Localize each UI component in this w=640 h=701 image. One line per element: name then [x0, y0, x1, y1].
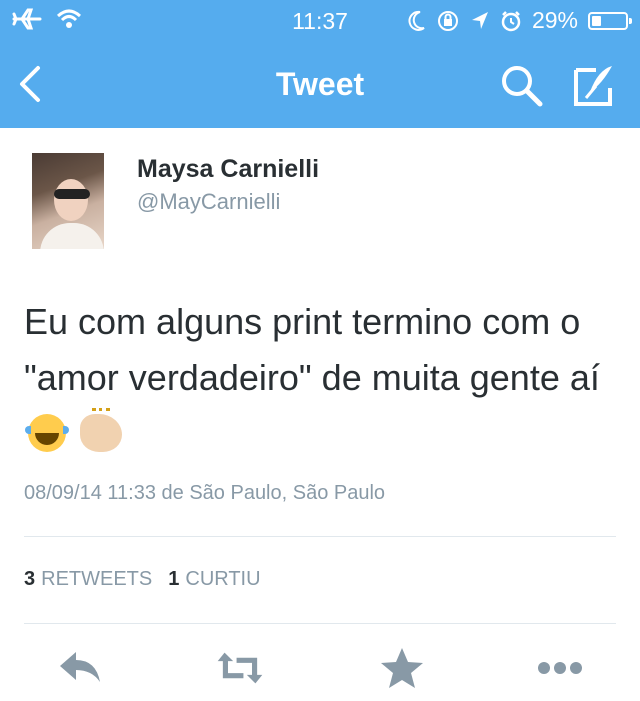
user-name[interactable]: Maysa Carnielli [137, 155, 319, 184]
page-title: Tweet [275, 66, 365, 102]
reply-icon[interactable] [56, 646, 104, 690]
tweet-timestamp: 08/09/14 11:33 de São Paulo, São Paulo [24, 482, 386, 504]
alarm-icon [501, 10, 521, 31]
tweet-actions [0, 646, 640, 696]
location-icon [471, 11, 488, 29]
retweets-label: RETWEETS [41, 568, 153, 590]
retweets-stat[interactable]: 3 RETWEETS [24, 568, 152, 591]
compose-tweet-icon[interactable] [572, 62, 618, 108]
moon-icon [408, 10, 425, 31]
battery-percent: 29% [531, 7, 578, 33]
user-handle[interactable]: @MayCarnielli [137, 189, 280, 215]
likes-label: CURTIU [185, 568, 261, 590]
search-icon[interactable] [498, 62, 544, 108]
tweet-body: Eu com alguns print termino com o "amor … [24, 301, 600, 398]
favorite-icon[interactable] [378, 646, 426, 690]
divider [24, 623, 616, 624]
rotation-lock-icon [437, 10, 458, 31]
tweet-stats: 3 RETWEETS 1 CURTIU [24, 568, 261, 591]
divider [24, 536, 616, 537]
status-bar: 11:37 29% [0, 0, 640, 40]
battery-icon [588, 11, 632, 30]
status-right: 29% [406, 7, 632, 34]
avatar[interactable] [32, 153, 104, 249]
tweet-text: Eu com alguns print termino com o "amor … [24, 294, 624, 462]
retweet-icon[interactable] [216, 646, 264, 690]
retweets-count: 3 [24, 568, 36, 590]
likes-stat[interactable]: 1 CURTIU [168, 568, 260, 591]
likes-count: 1 [168, 568, 180, 590]
clapping-hands-icon [80, 408, 123, 452]
more-icon[interactable] [536, 646, 584, 690]
face-with-tears-of-joy-icon [25, 414, 69, 452]
app-header: 11:37 29% Tweet [0, 0, 640, 128]
